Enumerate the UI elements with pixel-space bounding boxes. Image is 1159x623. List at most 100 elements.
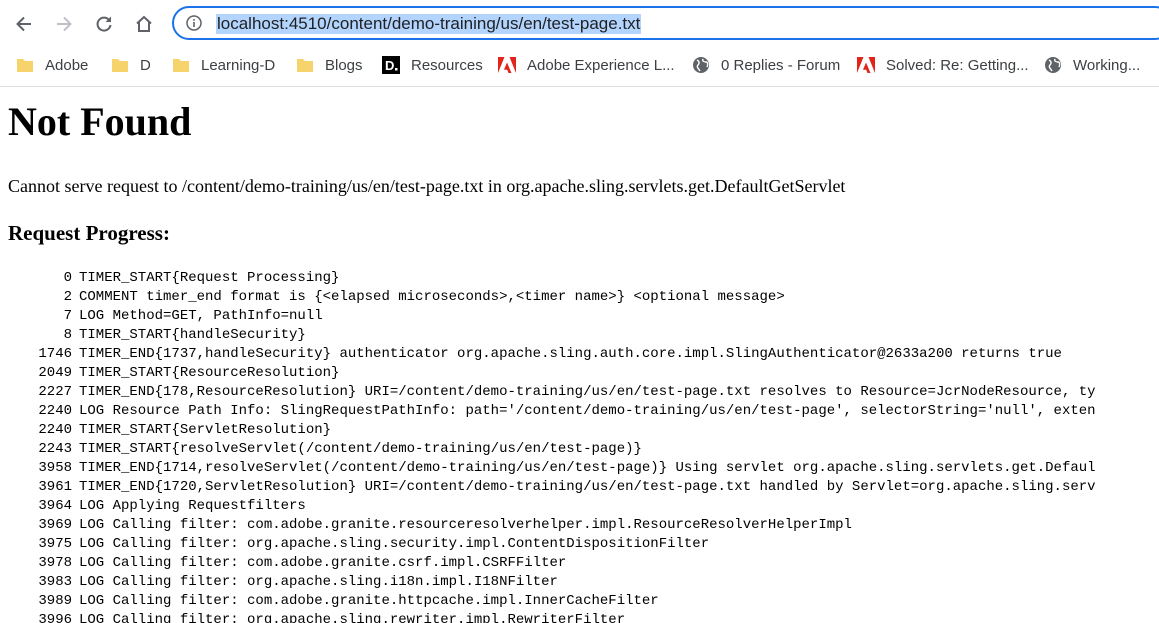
log-line: 3961 TIMER_END{1720,ServletResolution} UR… <box>0 478 1096 497</box>
bookmark-adobe[interactable]: Adobe <box>16 48 88 82</box>
back-button[interactable] <box>8 8 40 40</box>
log-time: 3996 <box>38 612 72 623</box>
log-line: 1746 TIMER_END{1737,handleSecurity} authe… <box>0 345 1096 364</box>
log-line: 3969 LOG Calling filter: com.adobe.granit… <box>0 516 1096 535</box>
log-time: 2 <box>63 289 72 305</box>
folder-icon <box>17 59 33 72</box>
log-text: LOG Applying Requestfilters <box>79 498 306 514</box>
log-time: 2240 <box>38 422 72 438</box>
bookmark-d[interactable]: D <box>111 48 151 82</box>
bookmark-blogs[interactable]: Blogs <box>296 48 363 82</box>
log-line: 2243 TIMER_START{resolveServlet(/content/… <box>0 440 1096 459</box>
reload-icon <box>96 16 112 32</box>
page-content: Not Found Cannot serve request to /conte… <box>0 87 1159 623</box>
bookmark-label: Solved: Re: Getting... <box>886 56 1029 74</box>
bookmarks-bar: Adobe D Learning-D Blogs D Resources Ado… <box>0 48 1159 87</box>
home-icon <box>136 15 152 32</box>
folder-icon <box>297 59 313 72</box>
bookmark-solved-getting[interactable]: Solved: Re: Getting... <box>857 48 1029 82</box>
log-text: TIMER_START{Request Processing} <box>79 270 340 286</box>
log-line: 3975 LOG Calling filter: org.apache.sling… <box>0 535 1096 554</box>
log-line: 2 COMMENT timer_end format is {<elapsed m… <box>0 288 1096 307</box>
log-text: LOG Method=GET, PathInfo=null <box>79 308 323 324</box>
forward-arrow-icon <box>57 16 72 32</box>
log-time: 3989 <box>38 593 72 609</box>
bookmark-learning-d[interactable]: Learning-D <box>172 48 275 82</box>
log-text: TIMER_START{ServletResolution} <box>79 422 332 438</box>
bookmark-label: Working... <box>1073 56 1141 74</box>
log-time: 2049 <box>38 365 72 381</box>
request-progress-log: 0 TIMER_START{Request Processing} 2 COMMENT… <box>0 269 1096 623</box>
error-message: Cannot serve request to /content/demo-tr… <box>8 176 846 196</box>
log-time: 2243 <box>38 441 72 457</box>
bookmark-label: 0 Replies - Forum <box>721 56 841 74</box>
log-time: 0 <box>63 270 72 286</box>
log-time: 1746 <box>38 346 72 362</box>
log-time: 3978 <box>38 555 72 571</box>
bookmark-adobe-experience[interactable]: Adobe Experience L... <box>498 48 675 82</box>
folder-icon <box>112 59 128 72</box>
browser-toolbar: localhost:4510/content/demo-training/us/… <box>0 0 1159 48</box>
log-line: 3983 LOG Calling filter: org.apache.sling… <box>0 573 1096 592</box>
log-time: 3975 <box>38 536 72 552</box>
globe-icon <box>693 57 709 73</box>
bookmark-label: Adobe <box>45 56 89 74</box>
bookmark-working[interactable]: Working... <box>1044 48 1140 82</box>
address-bar[interactable]: localhost:4510/content/demo-training/us/… <box>172 6 1159 40</box>
log-text: LOG Calling filter: com.adobe.granite.ht… <box>79 593 659 609</box>
adobe-logo-icon <box>857 57 875 73</box>
log-line: 8 TIMER_START{handleSecurity} <box>0 326 1096 345</box>
log-time: 3961 <box>38 479 72 495</box>
log-time: 3964 <box>38 498 72 514</box>
log-text: TIMER_START{handleSecurity} <box>79 327 306 343</box>
log-time: 3969 <box>38 517 72 533</box>
log-line: 2049 TIMER_START{ResourceResolution} <box>0 364 1096 383</box>
log-text: LOG Calling filter: com.adobe.granite.cs… <box>79 555 567 571</box>
back-arrow-icon <box>16 16 31 32</box>
log-text: TIMER_START{resolveServlet(/content/demo… <box>79 441 642 457</box>
log-text: LOG Calling filter: com.adobe.granite.re… <box>79 517 852 533</box>
log-line: 0 TIMER_START{Request Processing} <box>0 269 1096 288</box>
log-text: LOG Calling filter: org.apache.sling.rew… <box>79 612 626 623</box>
log-text: TIMER_END{1720,ServletResolution} URI=/c… <box>79 479 1096 495</box>
bookmark-label: Resources <box>411 56 483 74</box>
log-text: TIMER_START{ResourceResolution} <box>79 365 340 381</box>
bookmark-resources[interactable]: D Resources <box>382 48 483 82</box>
reload-button[interactable] <box>88 8 120 40</box>
svg-text:D: D <box>385 58 394 73</box>
log-line: 3958 TIMER_END{1714,resolveServlet(/conte… <box>0 459 1095 478</box>
bookmark-label: Blogs <box>325 56 363 74</box>
log-line: 2227 TIMER_END{178,ResourceResolution} UR… <box>0 383 1096 402</box>
log-text: TIMER_END{178,ResourceResolution} URI=/c… <box>79 384 1096 400</box>
url-text[interactable]: localhost:4510/content/demo-training/us/… <box>216 14 642 34</box>
log-line: 2240 LOG Resource Path Info: SlingRequest… <box>0 402 1095 421</box>
log-time: 3958 <box>38 460 72 476</box>
globe-icon <box>1045 57 1061 73</box>
bookmark-label: Adobe Experience L... <box>527 56 675 74</box>
page-title: Not Found <box>8 99 192 144</box>
bookmark-replies-forum[interactable]: 0 Replies - Forum <box>692 48 840 82</box>
log-line: 3964 LOG Applying Requestfilters <box>0 497 1096 516</box>
adobe-logo-icon <box>498 57 516 73</box>
log-line: 3978 LOG Calling filter: com.adobe.granit… <box>0 554 1096 573</box>
log-line: 3996 LOG Calling filter: org.apache.sling… <box>0 611 1096 623</box>
home-button[interactable] <box>128 8 160 40</box>
log-text: TIMER_END{1737,handleSecurity} authentic… <box>79 346 1062 362</box>
d-logo-icon: D <box>382 56 400 74</box>
log-line: 3989 LOG Calling filter: com.adobe.granit… <box>0 592 1096 611</box>
info-icon[interactable] <box>186 15 202 31</box>
log-time: 8 <box>63 327 72 343</box>
request-progress-heading: Request Progress: <box>8 221 170 245</box>
log-text: LOG Calling filter: org.apache.sling.i18… <box>79 574 558 590</box>
bookmark-label: Learning-D <box>201 56 276 74</box>
log-time: 2240 <box>38 403 72 419</box>
log-line: 7 LOG Method=GET, PathInfo=null <box>0 307 1096 326</box>
log-time: 7 <box>63 308 72 324</box>
bookmark-label: D <box>140 56 151 74</box>
log-text: LOG Calling filter: org.apache.sling.sec… <box>79 536 710 552</box>
forward-button[interactable] <box>48 8 80 40</box>
log-text: COMMENT timer_end format is {<elapsed mi… <box>79 289 785 305</box>
log-time: 2227 <box>38 384 72 400</box>
log-time: 3983 <box>38 574 72 590</box>
folder-icon <box>173 59 189 72</box>
